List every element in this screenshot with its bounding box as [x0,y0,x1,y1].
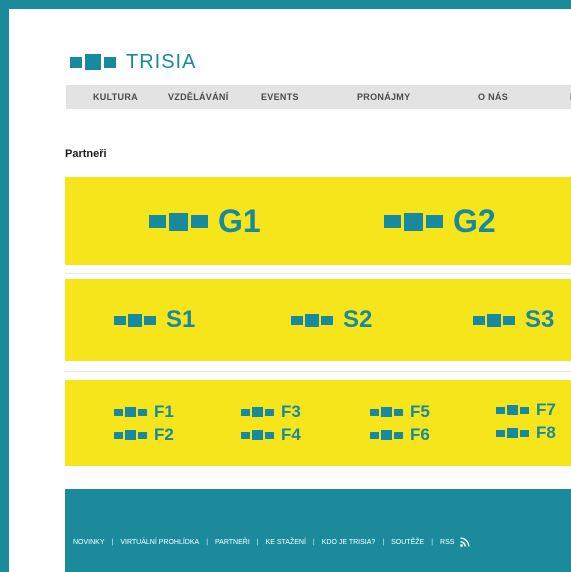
nav-item-events[interactable]: EVENTS [261,92,299,102]
logo-mark-icon [70,54,116,70]
footer-link-souteze[interactable]: SOUTĚŽE [391,539,424,546]
partner-f3[interactable]: F3 [241,402,301,422]
partner-label: F5 [410,402,430,421]
footer-separator: | [111,538,114,546]
rss-icon[interactable] [460,537,470,547]
page: TRISIA KULTURA VZDĚLÁVÁNÍ EVENTS PRONÁJM… [9,9,571,572]
page-title: Partneři [65,148,107,160]
partner-label: G2 [453,203,496,239]
partner-label: F8 [536,423,556,442]
footer-link-ke-stazeni[interactable]: KE STAŽENÍ [266,539,306,546]
footer-link-kdo-je-trisia[interactable]: KDO JE TRISIA? [322,539,376,546]
partner-label: S2 [343,306,373,333]
partner-s3[interactable]: S3 [473,306,554,334]
partner-label: S1 [166,306,196,333]
partner-logo-icon [370,407,403,417]
partner-label: F6 [410,425,430,444]
partner-s2[interactable]: S2 [291,306,372,334]
footer-separator: | [206,538,209,546]
main-nav: KULTURA VZDĚLÁVÁNÍ EVENTS PRONÁJMY O NÁS… [66,85,571,109]
partner-logo-icon [291,313,333,327]
divider [65,273,571,274]
brand-name: TRISIA [126,50,197,73]
footer-separator: | [431,538,434,546]
silver-partners-band: S1 S2 S3 [65,279,571,361]
site-logo[interactable]: TRISIA [70,51,196,73]
partner-g2[interactable]: G2 [384,203,496,240]
partner-logo-icon [384,212,443,231]
partner-f8[interactable]: F8 [496,423,556,443]
partner-f6[interactable]: F6 [370,425,430,445]
partner-g1[interactable]: G1 [149,203,261,240]
partner-s1[interactable]: S1 [114,306,195,334]
site-footer: NOVINKY | VIRTUÁLNÍ PROHLÍDKA | PARTNEŘI… [65,489,571,572]
partner-label: F2 [154,425,174,444]
footer-separator: | [382,538,385,546]
partner-label: F3 [281,402,301,421]
footer-link-partneri[interactable]: PARTNEŘI [215,539,250,546]
footer-link-virtualni-prohlidka[interactable]: VIRTUÁLNÍ PROHLÍDKA [120,539,199,546]
footer-separator: | [256,538,259,546]
partner-f5[interactable]: F5 [370,402,430,422]
nav-item-pronajmy[interactable]: PRONÁJMY [357,92,410,102]
gold-partners-band: G1 G2 [65,177,571,265]
partner-logo-icon [496,428,529,438]
nav-item-o-nas[interactable]: O NÁS [478,92,508,102]
partner-logo-icon [149,212,208,231]
partner-label: F4 [281,425,301,444]
nav-item-kultura[interactable]: KULTURA [93,92,138,102]
partner-logo-icon [473,313,515,327]
partner-label: G1 [218,203,261,239]
partner-logo-icon [114,430,147,440]
partner-logo-icon [370,430,403,440]
partner-label: F7 [536,400,556,419]
partner-f7[interactable]: F7 [496,400,556,420]
footer-link-novinky[interactable]: NOVINKY [73,539,105,546]
partner-logo-icon [496,405,529,415]
partner-logo-icon [114,313,156,327]
footer-separator: | [312,538,315,546]
footer-link-rss[interactable]: RSS [440,539,454,546]
partner-logo-icon [241,407,274,417]
partner-label: F1 [154,402,174,421]
partner-label: S3 [525,306,555,333]
footer-links: NOVINKY | VIRTUÁLNÍ PROHLÍDKA | PARTNEŘI… [73,537,470,547]
divider [65,371,571,372]
partner-f2[interactable]: F2 [114,425,174,445]
friend-partners-band: F1 F2 F3 F4 F5 F6 F7 F8 [65,380,571,466]
partner-logo-icon [114,407,147,417]
partner-f4[interactable]: F4 [241,425,301,445]
partner-logo-icon [241,430,274,440]
partner-f1[interactable]: F1 [114,402,174,422]
nav-item-vzdelavani[interactable]: VZDĚLÁVÁNÍ [168,92,229,102]
